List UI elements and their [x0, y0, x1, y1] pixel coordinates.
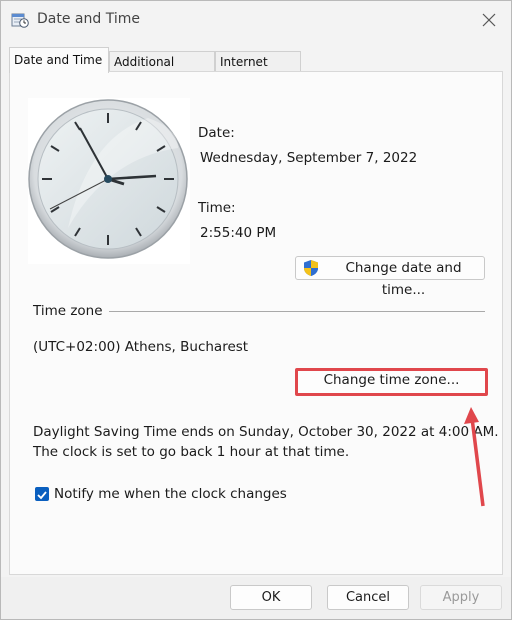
change-date-time-label: Change date and time... — [345, 260, 462, 298]
checkmark-icon — [37, 491, 47, 500]
tab-panel: Date: Wednesday, September 7, 2022 Time:… — [9, 71, 503, 575]
timezone-heading: Time zone — [33, 303, 103, 319]
tab-date-and-time[interactable]: Date and Time — [9, 47, 109, 73]
notify-label[interactable]: Notify me when the clock changes — [54, 486, 287, 502]
dialog-footer: OK Cancel Apply — [1, 577, 511, 619]
title-bar: Date and Time — [1, 1, 511, 41]
timezone-divider — [109, 311, 485, 312]
apply-button[interactable]: Apply — [420, 585, 502, 610]
change-date-time-button[interactable]: Change date and time... — [295, 256, 485, 298]
date-time-dialog: Date and Time Date and Time Additional C… — [0, 0, 512, 620]
calendar-clock-icon — [11, 13, 29, 28]
annotation-arrow — [464, 407, 485, 507]
clock-face-icon — [28, 99, 188, 259]
tab-additional-clocks[interactable]: Additional Clocks — [109, 51, 215, 89]
change-time-zone-button[interactable]: Change time zone... — [295, 368, 488, 396]
close-icon[interactable] — [481, 12, 497, 28]
tab-internet-time[interactable]: Internet Time — [215, 51, 301, 89]
cancel-button[interactable]: Cancel — [327, 585, 409, 610]
time-value: 2:55:40 PM — [200, 225, 277, 241]
window-title: Date and Time — [37, 11, 140, 27]
uac-shield-icon — [304, 260, 318, 276]
ok-button[interactable]: OK — [230, 585, 312, 610]
date-label: Date: — [198, 125, 235, 141]
time-label: Time: — [198, 200, 236, 216]
notify-checkbox[interactable] — [35, 487, 49, 501]
dst-info-line2: The clock is set to go back 1 hour at th… — [33, 444, 350, 460]
dst-info-line1: Daylight Saving Time ends on Sunday, Oct… — [33, 424, 499, 440]
analog-clock — [28, 98, 190, 264]
timezone-value: (UTC+02:00) Athens, Bucharest — [33, 339, 249, 355]
date-value: Wednesday, September 7, 2022 — [200, 150, 418, 166]
